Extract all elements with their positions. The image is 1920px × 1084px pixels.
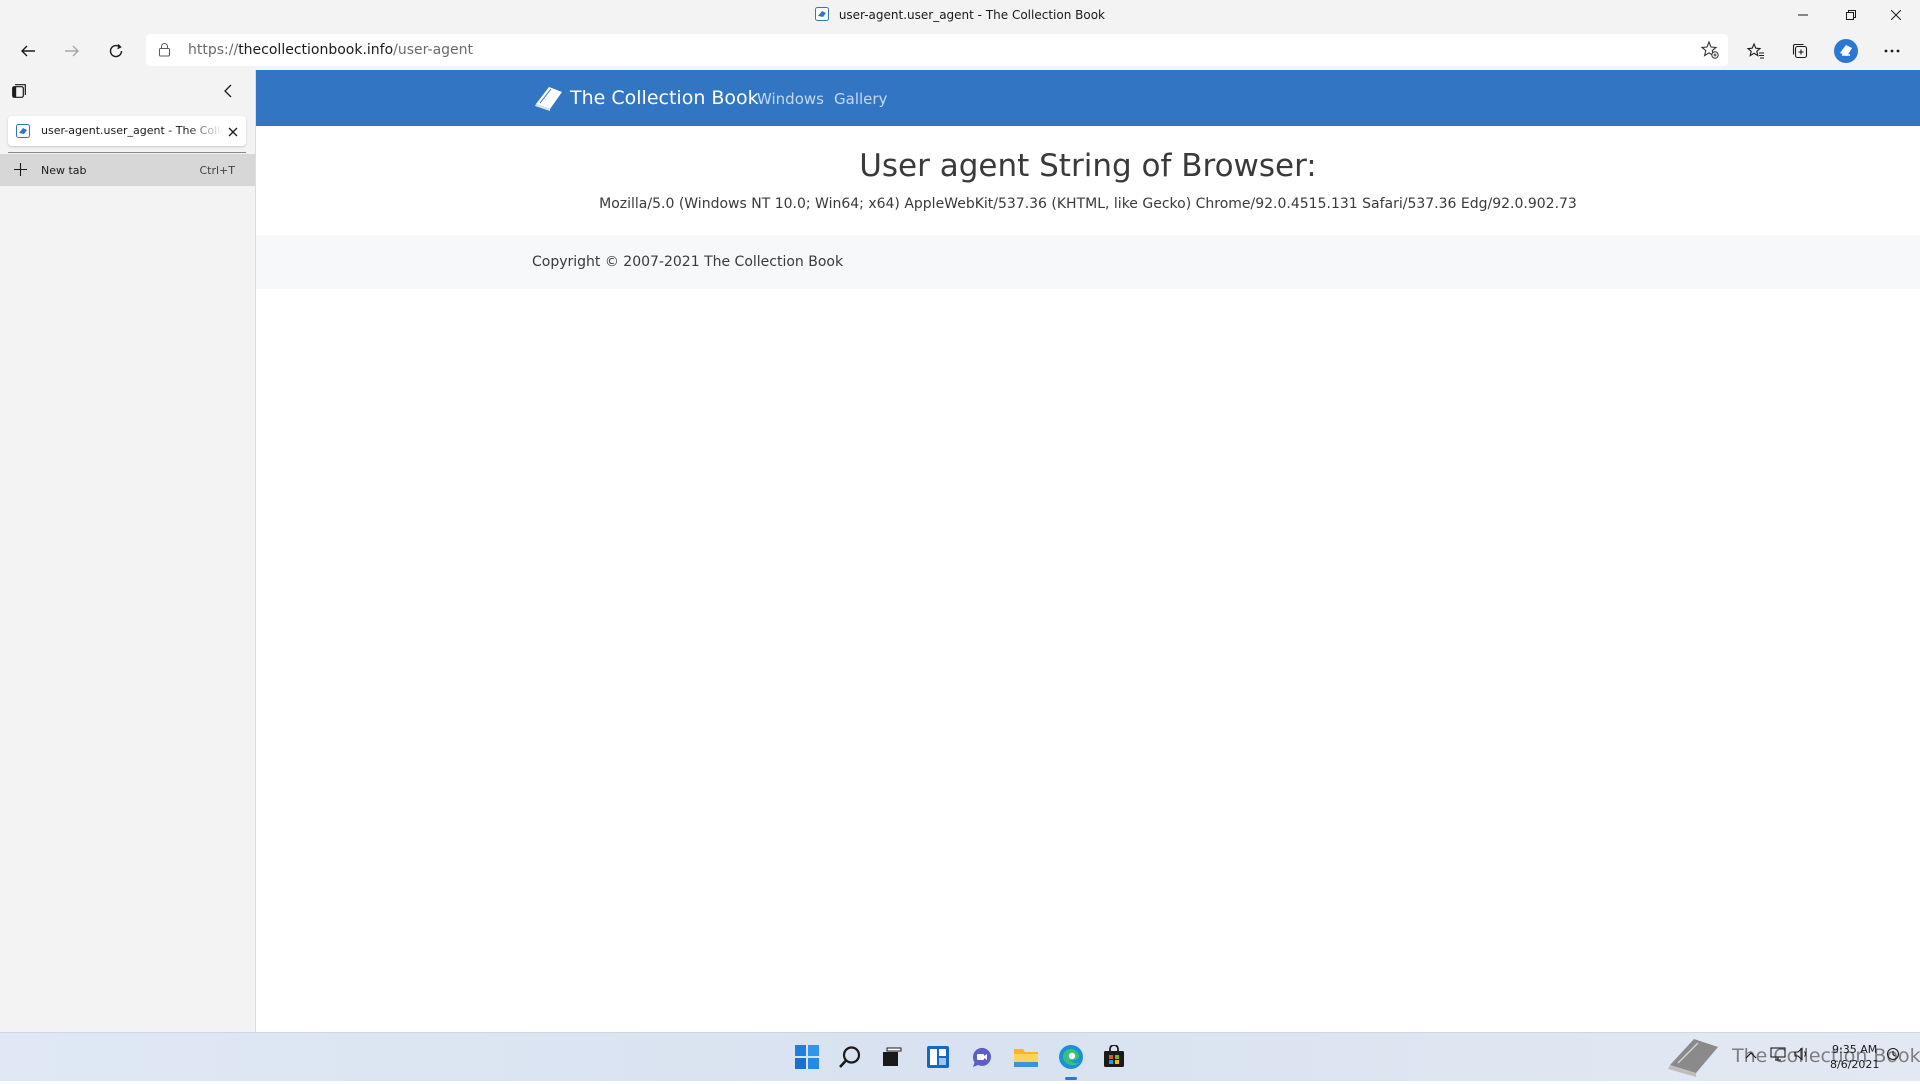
network-icon[interactable] [1770,1047,1786,1066]
forward-arrow-icon [65,45,79,57]
lock-icon[interactable] [158,42,171,62]
volume-icon[interactable] [1794,1047,1810,1066]
more-dots-icon [1884,49,1900,53]
site-brand-text: The Collection Book [570,87,759,109]
star-add-icon [1700,40,1719,59]
tab-actions-button[interactable] [12,84,26,103]
window-title-wrap: user-agent.user_agent - The Collection B… [0,7,1920,24]
plus-icon [14,163,27,181]
title-bar: user-agent.user_agent - The Collection B… [0,0,1920,32]
settings-more-button[interactable] [1876,36,1908,66]
nav-link-gallery[interactable]: Gallery [834,90,887,108]
store-button[interactable] [1096,1041,1132,1073]
refresh-icon [109,44,123,58]
window-title: user-agent.user_agent - The Collection B… [838,8,1105,22]
back-button[interactable] [12,36,44,66]
site-brand-link[interactable]: The Collection Book [532,84,759,112]
search-icon [839,1046,861,1068]
add-favorite-button[interactable] [1700,40,1720,65]
store-icon [1104,1045,1124,1067]
user-agent-string: Mozilla/5.0 (Windows NT 10.0; Win64; x64… [599,196,1577,212]
task-view-icon [883,1047,902,1066]
chevron-left-icon [224,84,232,98]
url-host: thecollectionbook.info [238,42,394,58]
minimize-button[interactable] [1781,0,1825,30]
new-tab-shortcut: Ctrl+T [199,164,235,177]
clock-date[interactable]: 8/6/2021 [1830,1058,1879,1071]
profile-avatar-icon [1834,39,1858,63]
web-page: The Collection Book Windows Gallery User… [256,70,1920,1032]
tray-overflow-chevron-icon[interactable] [1745,1047,1757,1065]
page-heading: User agent String of Browser: [859,148,1317,184]
profile-button[interactable] [1830,36,1862,66]
browser-toolbar: https://thecollectionbook.info/user-agen… [0,32,1920,70]
copyright-text: Copyright © 2007-2021 The Collection Boo… [532,254,844,270]
url-scheme: https:// [188,42,239,58]
tab-actions-icon [12,84,26,98]
vertical-tabs-sidebar: user-agent.user_agent - The Collection B… [0,70,256,1032]
tab-label: user-agent.user_agent - The Collection B… [41,124,223,137]
clock-time[interactable]: 9:35 AM [1832,1043,1877,1056]
widgets-icon [927,1046,949,1068]
close-tab-button[interactable] [228,124,238,142]
tab-favicon-icon [16,124,30,143]
edge-icon [1059,1045,1083,1069]
nav-link-windows[interactable]: Windows [757,90,824,108]
minimize-icon [1798,14,1808,16]
start-icon [795,1045,819,1069]
edge-taskbar-button[interactable] [1053,1041,1089,1073]
forward-button[interactable] [56,36,88,66]
site-footer: Copyright © 2007-2021 The Collection Boo… [256,235,1920,289]
task-view-button[interactable] [874,1041,910,1073]
close-window-button[interactable] [1874,0,1918,30]
collapse-pane-button[interactable] [222,84,234,103]
sidebar-tab-active[interactable]: user-agent.user_agent - The Collection B… [8,116,246,146]
site-favicon-icon [814,7,829,24]
file-explorer-icon [1014,1049,1038,1067]
restore-button[interactable] [1829,0,1873,30]
chat-icon [972,1047,991,1067]
collections-icon [1792,43,1808,59]
widgets-button[interactable] [920,1041,956,1073]
start-button[interactable] [789,1041,825,1073]
site-navbar: The Collection Book Windows Gallery [256,70,1920,126]
favorites-button[interactable] [1740,36,1772,66]
url-text[interactable]: https://thecollectionbook.info/user-agen… [188,42,473,58]
collections-button[interactable] [1784,36,1816,66]
url-path: /user-agent [393,42,474,58]
favorites-icon [1747,42,1764,59]
back-arrow-icon [21,45,35,57]
address-bar[interactable]: https://thecollectionbook.info/user-agen… [146,34,1728,66]
close-icon [1891,10,1901,20]
close-icon [228,127,238,137]
new-tab-label: New tab [41,164,87,177]
refresh-button[interactable] [100,36,132,66]
windows-taskbar: The Collection Book 9:35 AM 8/6/2021 [0,1032,1920,1081]
new-tab-button[interactable]: New tab Ctrl+T [0,154,255,186]
sidebar-divider [8,152,246,153]
restore-icon [1846,10,1856,20]
chat-button[interactable] [964,1041,1000,1073]
search-button[interactable] [832,1041,868,1073]
watermark-book-icon [1666,1035,1722,1084]
file-explorer-button[interactable] [1008,1041,1044,1073]
notifications-icon[interactable] [1886,1047,1900,1066]
book-logo-icon [535,87,562,111]
